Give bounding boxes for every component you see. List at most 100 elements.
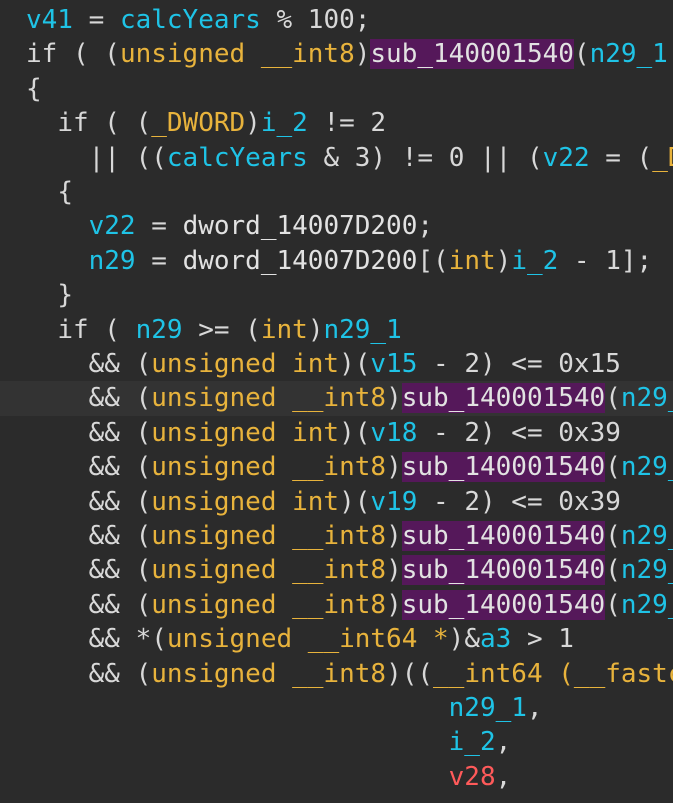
- operator-token: (: [605, 521, 621, 551]
- code-line[interactable]: }: [0, 278, 673, 312]
- operator-token: ;: [417, 211, 434, 242]
- variable-token[interactable]: n29_: [621, 555, 673, 585]
- code-line[interactable]: {: [0, 72, 673, 106]
- code-line[interactable]: && (unsigned __int8)((__int64 (__fastcal…: [0, 657, 673, 691]
- variable-token[interactable]: v18: [370, 418, 417, 448]
- code-line[interactable]: && (unsigned __int8)sub_140001540(n29_: [0, 553, 673, 587]
- pseudocode-editor[interactable]: v41 = calcYears % 100; if ( (unsigned __i…: [0, 0, 673, 803]
- operator-token: (: [605, 452, 621, 483]
- variable-token[interactable]: n29_1: [449, 693, 527, 723]
- operator-token: (: [605, 555, 621, 586]
- variable-token[interactable]: n29_: [621, 521, 673, 551]
- code-line[interactable]: if ( n29 >= (int)n29_1: [0, 313, 673, 347]
- variable-token[interactable]: n29_1: [590, 39, 668, 69]
- code-line[interactable]: && (unsigned int)(v19 - 2) <= 0x39: [0, 485, 673, 519]
- code-line[interactable]: n29 = dword_14007D200[(int)i_2 - 1];: [0, 244, 673, 278]
- operator-token: && *(: [88, 624, 167, 655]
- keyword-token: if: [57, 108, 89, 139]
- variable-token[interactable]: v15: [370, 349, 417, 379]
- operator-token: ( (: [88, 108, 152, 139]
- operator-token: (: [88, 314, 136, 345]
- type-token: _DWORD: [151, 108, 246, 139]
- type-token: unsigned __int8: [151, 658, 387, 689]
- operator-token: (: [573, 39, 590, 70]
- variable-token[interactable]: v19: [370, 487, 417, 517]
- function-call-token[interactable]: sub_140001540: [401, 589, 606, 620]
- operator-token: && (: [88, 589, 152, 620]
- operator-token: ) !=: [370, 142, 449, 173]
- number-token: 1: [605, 245, 621, 276]
- register-variable-token[interactable]: v28: [449, 762, 496, 792]
- code-line[interactable]: i_2,: [0, 725, 673, 759]
- global-token[interactable]: dword_14007D200: [183, 211, 418, 241]
- variable-token[interactable]: n29_: [621, 383, 673, 413]
- operator-token: && (: [88, 486, 152, 517]
- code-line[interactable]: if ( (_DWORD)i_2 != 2: [0, 106, 673, 140]
- operator-token: ,: [668, 39, 673, 69]
- code-line[interactable]: if ( (unsigned __int8)sub_140001540(n29_…: [0, 37, 673, 71]
- operator-token: (: [605, 589, 621, 620]
- code-line[interactable]: && (unsigned __int8)sub_140001540(n29_: [0, 381, 673, 416]
- operator-token: -: [417, 349, 465, 379]
- variable-token[interactable]: n29: [136, 315, 183, 345]
- operator-token: )(: [339, 349, 371, 379]
- code-line[interactable]: v22 = dword_14007D200;: [0, 209, 673, 243]
- keyword-token: if: [57, 314, 89, 345]
- variable-token[interactable]: n29_: [621, 452, 673, 482]
- variable-token[interactable]: v41: [26, 5, 73, 35]
- variable-token[interactable]: a3: [480, 624, 511, 654]
- variable-token[interactable]: calcYears: [167, 143, 308, 173]
- operator-token: -: [417, 486, 465, 517]
- operator-token: ,: [526, 693, 543, 723]
- function-call-token[interactable]: sub_140001540: [370, 39, 574, 70]
- number-token: 0x39: [558, 417, 621, 448]
- code-line[interactable]: && *(unsigned __int64 *)&a3 > 1: [0, 622, 673, 656]
- function-call-token[interactable]: sub_140001540: [401, 521, 606, 551]
- code-line[interactable]: v41 = calcYears % 100;: [0, 3, 673, 37]
- global-token[interactable]: dword_14007D200: [183, 246, 418, 276]
- code-line[interactable]: {: [0, 175, 673, 209]
- function-call-token[interactable]: sub_140001540: [401, 452, 606, 483]
- variable-token[interactable]: n29: [89, 246, 136, 276]
- code-line[interactable]: && (unsigned __int8)sub_140001540(n29_: [0, 519, 673, 553]
- type-token: unsigned __int8: [151, 589, 387, 620]
- code-line[interactable]: v28,: [0, 760, 673, 794]
- variable-token[interactable]: n29_1: [323, 315, 401, 345]
- number-token: 0x15: [558, 349, 621, 379]
- code-line[interactable]: n29_1,: [0, 691, 673, 725]
- number-token: 0: [448, 142, 465, 173]
- operator-token: )((: [386, 658, 434, 689]
- code-line[interactable]: && (unsigned int)(v15 - 2) <= 0x15: [0, 347, 673, 381]
- function-call-token[interactable]: sub_140001540: [401, 555, 606, 586]
- code-line[interactable]: && (unsigned int)(v18 - 2) <= 0x39: [0, 416, 673, 450]
- number-token: 3: [354, 142, 371, 173]
- code-line[interactable]: || ((calcYears & 3) != 0 || (v22 = (_DWO…: [0, 141, 673, 175]
- code-line[interactable]: && (unsigned __int8)sub_140001540(n29_: [0, 450, 673, 484]
- operator-token: [(: [417, 245, 449, 276]
- operator-token: >: [511, 624, 559, 655]
- variable-token[interactable]: n29_: [621, 590, 673, 620]
- operator-token: ( (: [57, 39, 120, 70]
- function-call-token[interactable]: sub_140001540: [401, 383, 606, 414]
- variable-token[interactable]: i_2: [449, 727, 496, 757]
- operator-token: {: [57, 177, 73, 207]
- type-token: unsigned int: [151, 486, 340, 517]
- operator-token: {: [26, 73, 42, 104]
- code-line[interactable]: && (unsigned __int8)sub_140001540(n29_: [0, 588, 673, 622]
- number-token: 2: [370, 108, 387, 139]
- variable-token[interactable]: v22: [89, 211, 136, 241]
- variable-token[interactable]: i_2: [511, 246, 558, 276]
- variable-token[interactable]: calcYears: [120, 5, 261, 35]
- operator-token: >= (: [182, 314, 261, 345]
- variable-token[interactable]: v22: [543, 143, 590, 173]
- variable-token[interactable]: i_2: [261, 108, 308, 138]
